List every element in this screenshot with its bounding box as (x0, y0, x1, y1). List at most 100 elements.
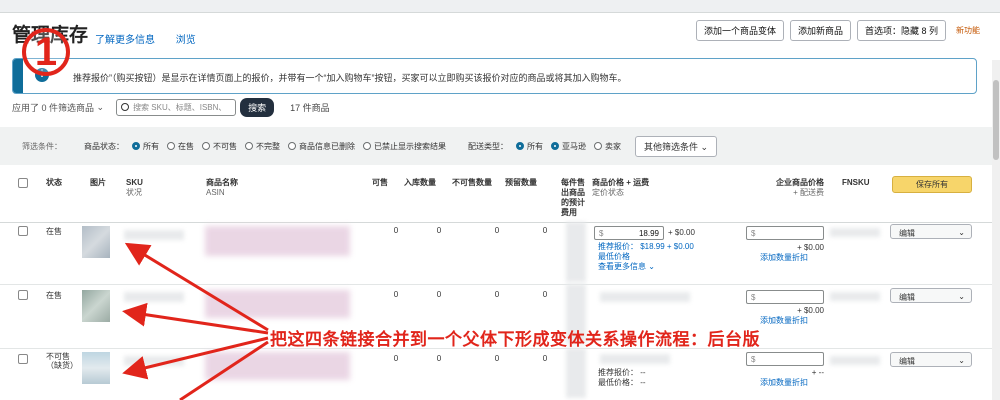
feedback-link[interactable]: 新功能 (956, 25, 980, 36)
radio-icon (202, 142, 210, 150)
product-name-redacted (205, 352, 350, 380)
row-status: 在售 (46, 227, 62, 236)
row-checkbox[interactable] (18, 354, 28, 364)
radio-status-inactive[interactable]: 不可售 (202, 141, 237, 152)
radio-status-all[interactable]: 所有 (132, 141, 159, 152)
qty-available: 0 (393, 354, 399, 363)
add-quantity-discount-link[interactable]: 添加数量折扣 (760, 377, 808, 388)
qty-reserved: 0 (542, 354, 548, 363)
annotation-caption: 把这四条链接合并到一个父体下形成变体关系操作流程：后台版 (270, 330, 760, 349)
edit-dropdown[interactable]: 编辑 ⌄ (890, 288, 972, 303)
row-status: 不可售（缺货） (46, 352, 78, 370)
fee-redacted (566, 348, 586, 398)
row-status: 在售 (46, 291, 62, 300)
search-button[interactable]: 搜索 (240, 97, 275, 117)
fnsku-redacted (830, 292, 880, 301)
chevron-down-icon: ⌄ (700, 141, 709, 152)
radio-fulfill-merchant[interactable]: 卖家 (594, 141, 621, 152)
row-checkbox[interactable] (18, 226, 28, 236)
radio-fulfill-all[interactable]: 所有 (516, 141, 543, 152)
chevron-down-icon: ⌄ (958, 292, 965, 301)
search-icon (121, 103, 130, 111)
qty-reserved: 0 (542, 290, 548, 299)
featured-offer-price[interactable]: 推荐报价： $18.99 + $0.00 最低价格 查看更多信息 ⌄ (598, 242, 694, 272)
search-input[interactable]: 搜索 SKU、标题、ISBN、 (116, 98, 237, 116)
add-quantity-discount-link[interactable]: 添加数量折扣 (760, 252, 808, 263)
radio-fulfill-amazon[interactable]: 亚马逊 (551, 141, 586, 152)
col-unfulfillable[interactable]: 不可售数量 (452, 178, 492, 188)
filter-label: 筛选条件： (22, 141, 62, 151)
add-quantity-discount-link[interactable]: 添加数量折扣 (760, 315, 808, 326)
business-price-input[interactable]: $ (746, 226, 824, 240)
radio-status-incomplete[interactable]: 不完整 (245, 141, 280, 152)
select-all-checkbox[interactable] (18, 178, 28, 188)
chevron-down-icon: ⌄ (958, 228, 965, 237)
applied-filters[interactable]: 应用了 0 件筛选商品 (12, 101, 94, 114)
col-reserved[interactable]: 预留数量 (505, 178, 537, 188)
tour-link[interactable]: 浏览 (176, 35, 196, 46)
header-actions: 添加一个商品变体 添加新商品 首选项：隐藏 8 列 新功能 (695, 20, 980, 41)
product-thumbnail[interactable] (82, 226, 110, 258)
business-price-input[interactable]: $ (746, 352, 824, 366)
browser-top-strip (0, 0, 1000, 13)
item-count: 17 件商品 (290, 102, 330, 113)
chevron-down-icon: ⌄ (94, 101, 105, 112)
radio-icon (551, 142, 559, 150)
preferences-button[interactable]: 首选项：隐藏 8 列 (856, 20, 946, 41)
radio-icon (245, 142, 253, 150)
price-redacted (600, 292, 690, 302)
col-sku[interactable]: SKU 状况 (126, 178, 143, 198)
table-header: 状态 图片 SKU 状况 商品名称 ASIN 可售 入库数量 不可售数量 预留数量 … (0, 170, 1000, 223)
chevron-down-icon: ⌄ (958, 356, 965, 365)
product-name-redacted (205, 226, 350, 256)
col-price[interactable]: 商品价格 + 运费 定价状态 (592, 178, 649, 198)
learn-more-link[interactable]: 了解更多信息 (95, 35, 155, 46)
price-input[interactable]: $18.99 (594, 226, 664, 240)
edit-dropdown[interactable]: 编辑 ⌄ (890, 352, 972, 367)
scrollbar[interactable] (992, 60, 1000, 400)
search-placeholder: 搜索 SKU、标题、ISBN、 (133, 102, 227, 112)
save-all-button[interactable]: 保存所有 (892, 176, 972, 193)
table-row: 不可售（缺货） 0 0 0 0 推荐报价： -- 最低价格： -- $ + -- … (0, 348, 1000, 400)
price-redacted (600, 354, 670, 364)
more-filters-button[interactable]: 其他筛选条件 ⌄ (635, 135, 718, 157)
add-product-button[interactable]: 添加新商品 (789, 20, 851, 41)
radio-status-suppressed[interactable]: 已禁止显示搜索结果 (363, 141, 446, 152)
col-business-price[interactable]: 企业商品价格 + 配送费 (772, 178, 824, 198)
row-checkbox[interactable] (18, 290, 28, 300)
step-number-badge: 1 (22, 28, 70, 76)
shipping-amount: + $0.00 (668, 228, 695, 237)
col-fnsku: FNSKU (842, 178, 870, 187)
featured-offer-price: 推荐报价： -- 最低价格： -- (598, 368, 646, 387)
col-inbound[interactable]: 入库数量 (404, 178, 436, 188)
qty-unfulfillable: 0 (494, 354, 500, 363)
info-banner: i 推荐报价”（购买按钮）是显示在详情页面上的报价，并带有一个“加入购物车”按钮… (12, 58, 977, 94)
fulfillment-filter-label: 配送类型： (468, 141, 508, 151)
filter-row: 应用了 0 件筛选商品 ⌄ 搜索 SKU、标题、ISBN、 搜索 17 件商品 (12, 97, 992, 117)
banner-accent-bar (13, 59, 23, 93)
scrollbar-thumb[interactable] (993, 80, 999, 160)
product-thumbnail[interactable] (82, 352, 110, 384)
fnsku-redacted (830, 228, 880, 237)
qty-reserved: 0 (542, 226, 548, 235)
radio-icon (516, 142, 524, 150)
fee-redacted (566, 222, 586, 282)
radio-icon (167, 142, 175, 150)
business-price-input[interactable]: $ (746, 290, 824, 304)
business-shipping: + -- (811, 368, 824, 377)
product-thumbnail[interactable] (82, 290, 110, 322)
qty-inbound: 0 (436, 226, 442, 235)
qty-unfulfillable: 0 (494, 226, 500, 235)
col-available[interactable]: 可售 (372, 178, 388, 188)
col-status[interactable]: 状态 (46, 178, 62, 188)
radio-icon (132, 142, 140, 150)
product-name-redacted (205, 290, 350, 318)
edit-dropdown[interactable]: 编辑 ⌄ (890, 224, 972, 239)
sku-redacted (124, 356, 184, 366)
fnsku-redacted (830, 356, 880, 365)
qty-inbound: 0 (436, 290, 442, 299)
radio-status-removed[interactable]: 商品信息已删除 (288, 141, 355, 152)
add-variation-button[interactable]: 添加一个商品变体 (695, 20, 784, 41)
col-name[interactable]: 商品名称 ASIN (206, 178, 238, 198)
radio-status-active[interactable]: 在售 (167, 141, 194, 152)
